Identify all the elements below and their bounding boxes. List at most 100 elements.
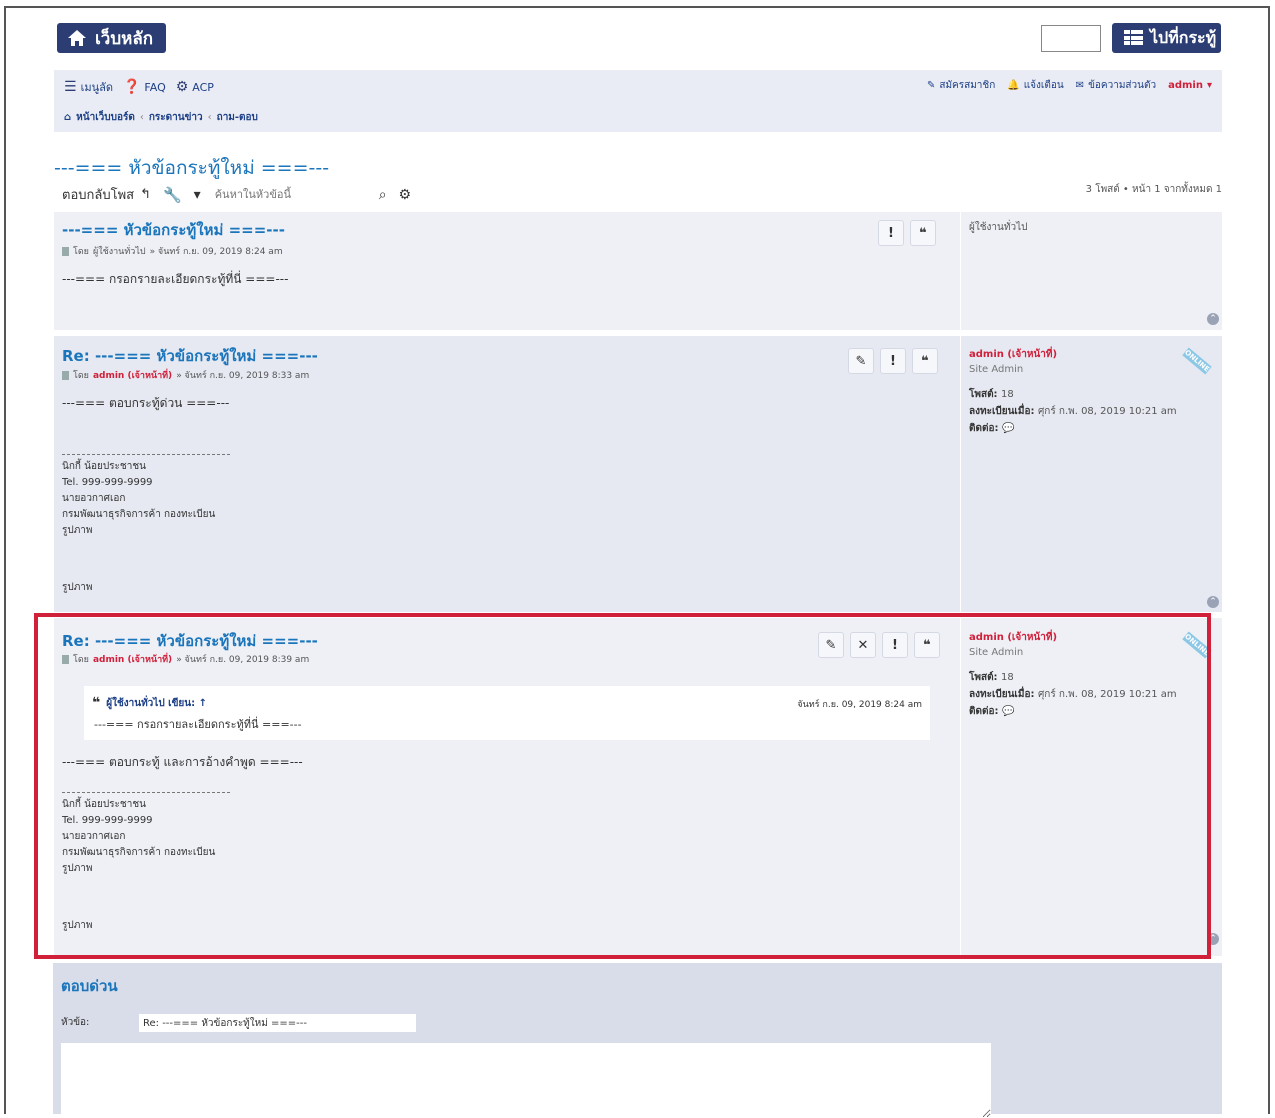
breadcrumb-item[interactable]: ถาม-ตอบ — [217, 110, 258, 125]
breadcrumb-item[interactable]: กระดานข่าว — [149, 110, 203, 125]
home-button[interactable]: เว็บหลัก — [57, 23, 166, 53]
back-to-top-icon[interactable]: ⌃ — [1207, 933, 1219, 945]
quote-text: ---=== กรอกรายละเอียดกระทู้ที่นี่ ===--- — [94, 718, 302, 731]
messages-label: ข้อความส่วนตัว — [1088, 80, 1157, 91]
message-textarea[interactable] — [61, 1043, 991, 1118]
faq-link[interactable]: ❓ FAQ — [123, 79, 166, 95]
post-author[interactable]: admin (เจ้าหน้าที่) — [93, 368, 172, 382]
topic-tools-wrench-icon[interactable]: 🔧 — [163, 186, 182, 204]
quick-links-menu[interactable]: ☰ เมนูลัด — [64, 78, 113, 96]
post-author[interactable]: ผู้ใช้งานทั่วไป — [93, 244, 146, 258]
post-meta: โดย admin (เจ้าหน้าที่) » จันทร์ ก.ย. 09… — [62, 652, 309, 666]
image-placeholder: รูปภาพ — [62, 920, 93, 931]
jump-to-board-button[interactable]: ไปที่กระทู้ — [1112, 23, 1221, 53]
quote-button[interactable]: ❝ — [914, 632, 940, 658]
register-link[interactable]: ✎ สมัครสมาชิก — [927, 78, 995, 93]
post-title[interactable]: Re: ---=== หัวข้อกระทู้ใหม่ ===--- — [62, 629, 318, 653]
profile-rank: Site Admin — [969, 364, 1024, 375]
acp-label: ACP — [192, 80, 214, 94]
username: admin — [1168, 80, 1203, 91]
board-icon — [1124, 30, 1143, 46]
post-date: » จันทร์ ก.ย. 09, 2019 8:39 am — [176, 655, 310, 665]
posts-count[interactable]: 18 — [1001, 389, 1014, 400]
back-to-top-icon[interactable]: ⌃ — [1207, 313, 1219, 325]
report-button[interactable]: ! — [878, 220, 904, 246]
notifications-label: แจ้งเตือน — [1023, 80, 1064, 91]
profile-name[interactable]: ผู้ใช้งานทั่วไป — [969, 220, 1027, 235]
post-reply-label: ตอบกลับโพส — [62, 188, 135, 203]
user-menu[interactable]: admin ▾ — [1168, 80, 1212, 91]
profile-posts: โพสต์: 18 — [969, 389, 1014, 400]
topic-pagination: 3 โพสต์ • หน้า 1 จากทั้งหมด 1 — [1085, 184, 1222, 195]
delete-button[interactable]: ✕ — [850, 632, 876, 658]
post-meta: โดย ผู้ใช้งานทั่วไป » จันทร์ ก.ย. 09, 20… — [62, 244, 283, 258]
post-date: » จันทร์ ก.ย. 09, 2019 8:33 am — [176, 371, 310, 381]
post-title[interactable]: Re: ---=== หัวข้อกระทู้ใหม่ ===--- — [62, 344, 318, 368]
header-search-input[interactable] — [1041, 25, 1101, 52]
quote-date: จันทร์ ก.ย. 09, 2019 8:24 am — [797, 700, 922, 710]
online-badge: ONLINE — [1182, 631, 1212, 659]
signature-line: Tel. 999-999-9999 — [62, 477, 153, 488]
edit-button[interactable]: ✎ — [848, 348, 874, 374]
profile-posts: โพสต์: 18 — [969, 672, 1014, 683]
post-3: Re: ---=== หัวข้อกระทู้ใหม่ ===--- โดย a… — [54, 618, 1222, 956]
subject-label: หัวข้อ: — [61, 1017, 90, 1028]
joined-date: ศุกร์ ก.พ. 08, 2019 10:21 am — [1037, 406, 1177, 417]
image-placeholder: รูปภาพ — [62, 582, 93, 593]
board-label: ไปที่กระทู้ — [1150, 27, 1217, 47]
breadcrumb-separator: ‹ — [139, 112, 144, 123]
caret-down-icon: ▾ — [1206, 80, 1212, 91]
breadcrumb-item[interactable]: หน้าเว็บบอร์ด — [76, 110, 135, 125]
topic-search-input[interactable] — [212, 184, 367, 205]
private-messages-link[interactable]: ✉ ข้อความส่วนตัว — [1076, 78, 1156, 93]
online-badge: ONLINE — [1182, 347, 1212, 375]
quick-reply-title: ตอบด่วน — [61, 977, 118, 995]
navbar: ☰ เมนูลัด ❓ FAQ ⚙ ACP ✎ สมัครสมาชิก 🔔 แจ… — [54, 70, 1222, 132]
register-label: สมัครสมาชิก — [939, 80, 996, 91]
profile-contact: ติดต่อ: 💬 — [969, 706, 1015, 717]
quote-author[interactable]: ผู้ใช้งานทั่วไป เขียน: ↑ — [106, 696, 207, 711]
quick-reply-panel: ตอบด่วน หัวข้อ: — [53, 963, 1222, 1118]
topic-title[interactable]: ---=== หัวข้อกระทู้ใหม่ ===--- — [54, 153, 329, 183]
gear-icon[interactable]: ⚙ — [399, 187, 412, 203]
report-button[interactable]: ! — [882, 632, 908, 658]
search-icon[interactable]: ⌕ — [379, 187, 387, 203]
subject-input[interactable] — [139, 1014, 416, 1032]
quick-links-label: เมนูลัด — [80, 81, 113, 94]
chevron-down-icon[interactable]: ▾ — [194, 187, 201, 203]
signature-divider — [62, 792, 230, 793]
profile-name[interactable]: admin (เจ้าหน้าที่) — [969, 347, 1177, 362]
quote-icon: ❝ — [92, 695, 101, 711]
signature-line: นายอวกาศเอก — [62, 493, 126, 504]
post-icon — [62, 246, 69, 256]
edit-button[interactable]: ✎ — [818, 632, 844, 658]
post-icon — [62, 654, 69, 664]
back-to-top-icon[interactable]: ⌃ — [1207, 596, 1219, 608]
notifications-link[interactable]: 🔔 แจ้งเตือน — [1007, 78, 1063, 93]
quote-button[interactable]: ❝ — [912, 348, 938, 374]
quote-block: ❝ ผู้ใช้งานทั่วไป เขียน: ↑ จันทร์ ก.ย. 0… — [84, 686, 930, 740]
help-icon: ❓ — [122, 79, 141, 95]
post-title[interactable]: ---=== หัวข้อกระทู้ใหม่ ===--- — [62, 218, 285, 242]
post-profile: ผู้ใช้งานทั่วไป — [960, 212, 1027, 330]
post-author[interactable]: admin (เจ้าหน้าที่) — [93, 652, 172, 666]
chat-bubble-icon[interactable]: 💬 — [1002, 706, 1014, 717]
quote-button[interactable]: ❝ — [910, 220, 936, 246]
post-meta: โดย admin (เจ้าหน้าที่) » จันทร์ ก.ย. 09… — [62, 368, 309, 382]
signature-line: Tel. 999-999-9999 — [62, 815, 153, 826]
edit-icon: ✎ — [926, 80, 936, 91]
post-reply-button[interactable]: ตอบกลับโพส ↰ — [62, 184, 151, 205]
report-button[interactable]: ! — [880, 348, 906, 374]
profile-rank: Site Admin — [969, 647, 1024, 658]
home-icon — [68, 30, 86, 46]
posts-count[interactable]: 18 — [1001, 672, 1014, 683]
chat-bubble-icon[interactable]: 💬 — [1002, 423, 1014, 434]
signature-line: รูปภาพ — [62, 525, 93, 536]
topic-toolbar: ตอบกลับโพส ↰ 🔧 ▾ ⌕ ⚙ — [62, 184, 411, 205]
joined-date: ศุกร์ ก.พ. 08, 2019 10:21 am — [1037, 689, 1177, 700]
profile-name[interactable]: admin (เจ้าหน้าที่) — [969, 630, 1177, 645]
signature-line: กรมพัฒนาธุรกิจการค้า กองทะเบียน — [62, 509, 216, 520]
signature: นิกกี้ น้อยประชาชน Tel. 999-999-9999 นาย… — [62, 792, 230, 877]
faq-label: FAQ — [144, 80, 166, 94]
acp-link[interactable]: ⚙ ACP — [176, 79, 214, 95]
